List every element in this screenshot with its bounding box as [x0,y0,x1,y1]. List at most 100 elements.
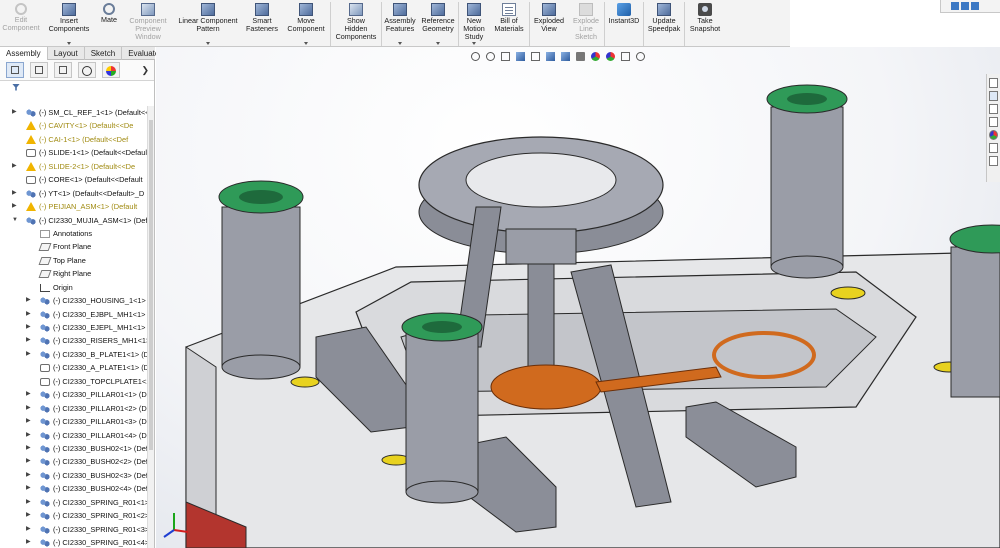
custom-properties-icon[interactable] [989,143,998,153]
expand-arrow-icon[interactable]: ▶ [26,482,33,495]
tree-item[interactable]: ▶ (-) CI2330_BUSH02<1> (Defa [0,442,147,455]
tree-item[interactable]: ▶ (-) CI2330_BUSH02<4> (Defa [0,482,147,495]
show-hidden-button[interactable]: Show Hidden Components [331,0,381,47]
tree-item[interactable]: ▶ (-) CI2330_RISERS_MH1<1> ( [0,334,147,347]
tree-item[interactable]: ▶ (-) CI2330_B_PLATE1<1> (De [0,348,147,361]
chevron-down-icon[interactable] [304,42,308,45]
chevron-down-icon[interactable] [436,42,440,45]
tree-item[interactable]: ▶ (-) YT<1> (Default<<Default>_D [0,187,147,200]
tree-item[interactable]: (-) CAVITY<1> (Default<<De [0,119,147,132]
expand-arrow-icon[interactable]: ▶ [26,308,33,321]
expand-arrow-icon[interactable]: ▶ [26,442,33,455]
expand-arrow-icon[interactable]: ▶ [26,523,33,536]
expand-arrow-icon[interactable]: ▶ [26,402,33,415]
tree-item[interactable]: ▶ (-) CI2330_PILLAR01<4> (Def [0,429,147,442]
tree-item[interactable]: ▶ (-) CI2330_SPRING_R01<4> ( [0,536,147,548]
smart-fasteners-button[interactable]: Smart Fasteners [242,0,282,47]
expand-arrow-icon[interactable]: ▶ [12,160,19,173]
tree-item[interactable]: ▶ (-) CI2330_EJEPL_MH1<1> (D [0,321,147,334]
tree-item[interactable]: ▶ (-) CI2330_BUSH02<2> (Defa [0,455,147,468]
tree-item[interactable]: Annotations [0,227,147,240]
expand-arrow-icon[interactable]: ▶ [26,321,33,334]
tree-item[interactable]: ▶ (-) CI2330_PILLAR01<2> (Def [0,402,147,415]
tree-item[interactable]: Top Plane [0,254,147,267]
tree-item[interactable]: ▼ (-) CI2330_MUJIA_ASM<1> (Defa [0,214,147,227]
tree-item[interactable]: ▶ (-) CI2330_HOUSING_1<1> (I [0,294,147,307]
insert-components-button[interactable]: Insert Components [42,0,96,47]
expand-arrow-icon[interactable]: ▶ [26,388,33,401]
expand-arrow-icon[interactable]: ▶ [12,187,19,200]
speedpak-button[interactable]: Update Speedpak [644,0,684,47]
property-manager-tab[interactable] [30,62,48,78]
mate-button[interactable]: Mate [96,0,122,47]
tree-filter[interactable] [0,81,154,93]
tree-item[interactable]: ▶ (-) PEIJIAN_ASM<1> (Default [0,200,147,213]
snapshot-button[interactable]: Take Snapshot [685,0,725,47]
file-explorer-icon[interactable] [989,104,998,114]
tree-scrollbar[interactable] [147,106,154,548]
tree-item[interactable]: ▶ (-) CI2330_SPRING_R01<2> ( [0,509,147,522]
search-commands-icon[interactable] [951,2,959,10]
assembly-features-button[interactable]: Assembly Features [382,0,418,47]
linear-pattern-button[interactable]: Linear Component Pattern [174,0,242,47]
expand-arrow-icon[interactable]: ▶ [26,334,33,347]
scrollbar-thumb[interactable] [149,120,153,450]
chevron-down-icon[interactable] [472,42,476,45]
graphics-area[interactable] [156,47,1000,548]
chevron-down-icon[interactable] [206,42,210,45]
tree-item[interactable]: (-) CORE<1> (Default<<Default [0,173,147,186]
bill-of-materials-button[interactable]: Bill of Materials [489,0,529,47]
tree-item[interactable]: ▶ (-) CI2330_PILLAR01<1> (Def [0,388,147,401]
assembly-model-render[interactable] [156,47,1000,548]
appearances-icon[interactable] [989,130,998,140]
instant3d-button[interactable]: Instant3D [605,0,643,47]
tree-item[interactable]: (-) SLIDE-1<1> (Default<<Default [0,146,147,159]
collapse-arrow-icon[interactable]: ▼ [12,214,19,227]
expand-arrow-icon[interactable]: ▶ [12,200,19,213]
forum-icon[interactable] [989,156,998,166]
chevron-right-icon[interactable]: ❯ [141,65,149,76]
tree-item[interactable]: (-) CI2330_A_PLATE1<1> (De [0,361,147,374]
filter-icon[interactable] [12,83,20,91]
tree-item[interactable]: Right Plane [0,267,147,280]
dimxpert-tab[interactable] [78,62,96,78]
design-library-icon[interactable] [989,91,998,101]
expand-arrow-icon[interactable]: ▶ [26,509,33,522]
settings-icon[interactable] [971,2,979,10]
expand-arrow-icon[interactable]: ▶ [26,415,33,428]
tree-item[interactable]: Origin [0,281,147,294]
tree-item[interactable]: ▶ (-) CI2330_SPRING_R01<1> ( [0,496,147,509]
tree-item[interactable]: (-) CAI-1<1> (Default<<Def [0,133,147,146]
help-icon[interactable] [961,2,969,10]
tree-item[interactable]: ▶ (-) CI2330_EJBPL_MH1<1> (I [0,308,147,321]
motion-study-button[interactable]: New Motion Study [459,0,489,47]
expand-arrow-icon[interactable]: ▶ [26,429,33,442]
expand-arrow-icon[interactable]: ▶ [26,348,33,361]
tab-sketch[interactable]: Sketch [85,47,123,60]
view-palette-icon[interactable] [989,117,998,127]
solidworks-resources-icon[interactable] [989,78,998,88]
expand-arrow-icon[interactable]: ▶ [26,455,33,468]
expand-arrow-icon[interactable]: ▶ [26,294,33,307]
move-component-button[interactable]: Move Component [282,0,330,47]
expand-arrow-icon[interactable]: ▶ [26,469,33,482]
tree-item[interactable]: Front Plane [0,240,147,253]
reference-geometry-button[interactable]: Reference Geometry [418,0,458,47]
expand-arrow-icon[interactable]: ▶ [26,536,33,548]
tree-item[interactable]: ▶ (-) CI2330_PILLAR01<3> (Def [0,415,147,428]
chevron-down-icon[interactable] [398,42,402,45]
tree-item[interactable]: (-) CI2330_TOPCLPLATE1<1> [0,375,147,388]
tree-item[interactable]: ▶ (-) CI2330_BUSH02<3> (Defa [0,469,147,482]
tab-layout[interactable]: Layout [48,47,85,60]
tree-item[interactable]: ▶ (-) SM_CL_REF_1<1> (Default<<D [0,106,147,119]
display-manager-tab[interactable] [102,62,120,78]
exploded-view-button[interactable]: Exploded View [530,0,568,47]
expand-arrow-icon[interactable]: ▶ [26,496,33,509]
chevron-down-icon[interactable] [67,42,71,45]
configuration-manager-tab[interactable] [54,62,72,78]
tab-assembly[interactable]: Assembly [0,47,48,60]
tree-item[interactable]: ▶ (-) SLIDE-2<1> (Default<<De [0,160,147,173]
tree-item[interactable]: ▶ (-) CI2330_SPRING_R01<3> ( [0,523,147,536]
feature-tree-tab[interactable] [6,62,24,78]
expand-arrow-icon[interactable]: ▶ [12,106,19,119]
